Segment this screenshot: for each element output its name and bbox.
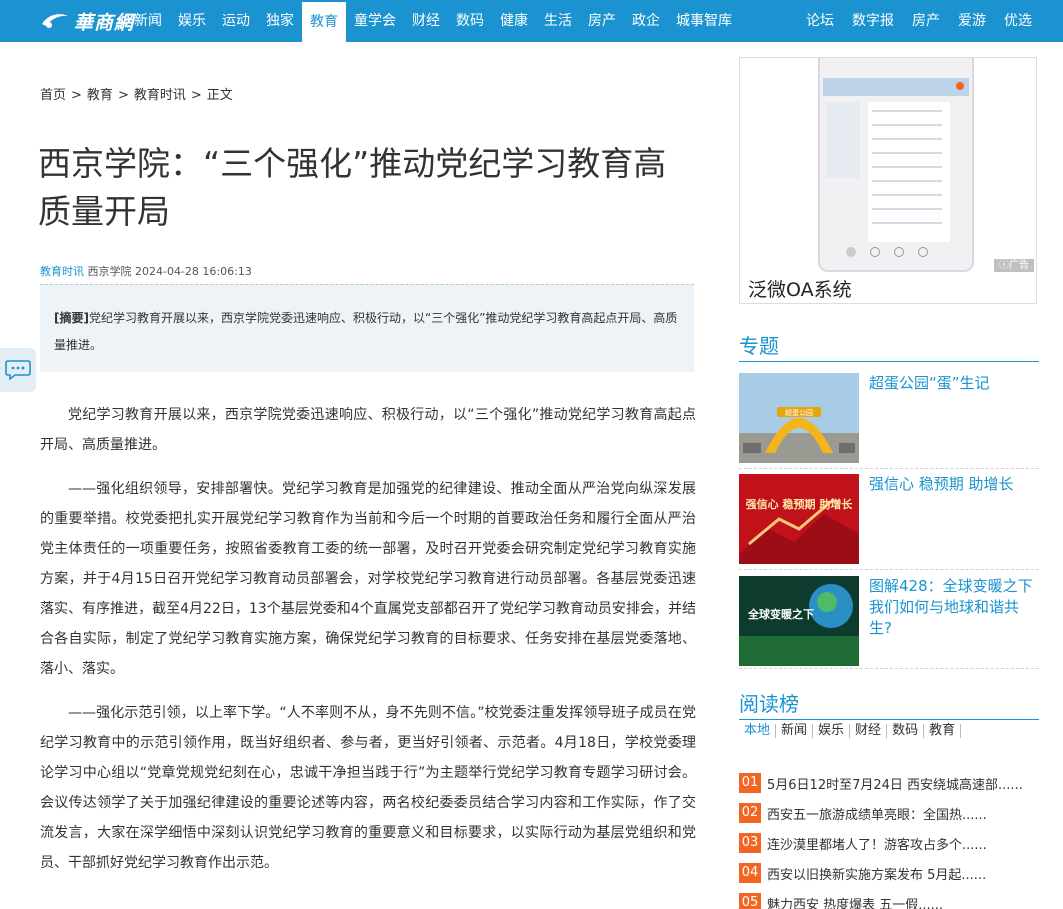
topic-image-caption: 超蛋公园 [785,408,813,417]
nav-item-0[interactable]: 新闻 [126,0,170,42]
rank-tab-3[interactable]: 财经 [850,724,888,738]
rank-number-badge: 03 [739,833,761,853]
main-nav: 新闻 娱乐 运动 独家 教育 童学会 财经 数码 健康 生活 房产 政企 城事智库 [126,0,740,42]
rank-tab-2[interactable]: 娱乐 [813,724,851,738]
nav-item-1[interactable]: 娱乐 [170,0,214,42]
article-abstract: [摘要]党纪学习教育开展以来，西京学院党委迅速响应、积极行动，以“三个强化”推动… [40,284,694,372]
nav-item-6[interactable]: 财经 [404,0,448,42]
nav-item-12[interactable]: 城事智库 [668,0,740,42]
rank-tab-1[interactable]: 新闻 [776,724,814,738]
article-paragraph: ——强化示范引领，以上率下学。“人不率则不从，身不先则不信。”校党委注重发挥领导… [40,705,696,871]
divider [739,668,1039,669]
article-paragraph: 党纪学习教育开展以来，西京学院党委迅速响应、积极行动，以“三个强化”推动党纪学习… [40,407,696,453]
breadcrumb-edu-news[interactable]: 教育时讯 [134,88,186,103]
ad-label-text: 广告 [1009,260,1029,271]
nav-item-7[interactable]: 数码 [448,0,492,42]
rank-heading: 阅读榜 [739,691,1039,720]
breadcrumb-separator: > [117,88,129,103]
nav-item-9[interactable]: 生活 [536,0,580,42]
divider [739,468,1039,469]
rank-list-item[interactable]: 05 魅力西安 热度爆表 五一假...... [739,888,1039,909]
rank-list-item[interactable]: 04 西安以旧换新实施方案发布 5月起...... [739,858,1039,888]
rank-list-item[interactable]: 02 西安五一旅游成绩单亮眼：全国热...... [739,798,1039,828]
rank-item-title[interactable]: 5月6日12时至7月24日 西安绕城高速部...... [767,774,1023,793]
rank-item-title[interactable]: 魅力西安 热度爆表 五一假...... [767,894,943,909]
rank-tab-5[interactable]: 教育 [924,724,962,738]
rank-list: 01 5月6日12时至7月24日 西安绕城高速部...... 02 西安五一旅游成绩单… [739,768,1039,909]
article-datetime: 2024-04-28 16:06:13 [135,265,252,278]
nav-item-8[interactable]: 健康 [492,0,536,42]
breadcrumb-separator: > [71,88,82,103]
topic-title[interactable]: 强信心 稳预期 助增长 [869,474,1039,495]
ad-info-icon: ⓘ [999,260,1009,271]
site-logo[interactable]: 華商網 [40,7,134,35]
nav-item-3[interactable]: 独家 [258,0,302,42]
carousel-dot[interactable] [846,247,856,257]
nav-right-item-4[interactable]: 优选 [995,0,1041,42]
ad-banner[interactable]: ⓘ广告 泛微OA系统 [739,57,1037,304]
nav-right-item-1[interactable]: 数字报 [843,0,903,42]
rank-number-badge: 05 [739,893,761,909]
nav-item-11[interactable]: 政企 [624,0,668,42]
rank-tabs: 本地 新闻 娱乐 财经 数码 教育 [739,724,962,738]
topic-image-caption: 强信心 稳预期 助增长 [746,497,854,511]
feedback-chat-button[interactable] [0,348,36,392]
rank-tab-0[interactable]: 本地 [739,724,777,738]
logo-swoosh-icon [42,14,68,28]
topic-title[interactable]: 图解428：全球变暖之下 我们如何与地球和谐共生? [869,576,1039,639]
article-source: 西京学院 [87,265,132,278]
rank-item-title[interactable]: 西安五一旅游成绩单亮眼：全国热...... [767,804,987,823]
nav-right-item-3[interactable]: 爱游 [949,0,995,42]
article-meta: 教育时讯 西京学院 2024-04-28 16:06:13 [40,263,252,279]
breadcrumb: 首页 > 教育 > 教育时讯 > 正文 [40,84,233,103]
nav-item-4[interactable]: 教育 [302,2,346,42]
breadcrumb-home[interactable]: 首页 [40,88,66,103]
article-category-link[interactable]: 教育时讯 [40,265,84,278]
chat-bubble-icon [5,360,31,381]
logo-text: 華商網 [74,11,135,34]
abstract-text: 党纪学习教育开展以来，西京学院党委迅速响应、积极行动，以“三个强化”推动党纪学习… [54,311,678,352]
ad-title[interactable]: 泛微OA系统 [748,275,852,302]
nav-right-item-0[interactable]: 论坛 [797,0,843,42]
breadcrumb-education[interactable]: 教育 [87,88,113,103]
carousel-dot[interactable] [918,247,928,257]
rank-number-badge: 04 [739,863,761,883]
topic-image-earth[interactable]: 全球变暖之下 [739,576,859,666]
rank-list-item[interactable]: 03 连沙漠里都堵人了！游客攻占多个...... [739,828,1039,858]
topic-image-park[interactable]: 超蛋公园 [739,373,859,463]
divider [739,569,1039,570]
carousel-dot[interactable] [870,247,880,257]
breadcrumb-separator: > [190,88,202,103]
topic-title[interactable]: 超蛋公园“蛋”生记 [869,373,1039,394]
rank-tab-4[interactable]: 数码 [887,724,925,738]
topic-item[interactable]: 全球变暖之下 图解428：全球变暖之下 我们如何与地球和谐共生? [739,576,1039,668]
top-nav-bar: 華商網 新闻 娱乐 运动 独家 教育 童学会 财经 数码 健康 生活 房产 政企 城事智库 论坛 数字报房… [0,0,1063,42]
abstract-label: [摘要] [54,311,89,325]
topic-item[interactable]: 强信心 稳预期 助增长 强信心 稳预期 助增长 [739,474,1039,566]
carousel-dot[interactable] [894,247,904,257]
topics-heading: 专题 [739,333,1039,362]
nav-item-2[interactable]: 运动 [214,0,258,42]
rank-list-item[interactable]: 01 5月6日12时至7月24日 西安绕城高速部...... [739,768,1039,798]
rank-number-badge: 02 [739,803,761,823]
nav-right-item-2[interactable]: 房产 [903,0,949,42]
article-body: 党纪学习教育开展以来，西京学院党委迅速响应、积极行动，以“三个强化”推动党纪学习… [40,400,696,892]
rank-number-badge: 01 [739,773,761,793]
breadcrumb-current: 正文 [206,88,233,103]
ad-tablet-image [818,58,974,272]
article-paragraph: ——强化组织领导，安排部署快。党纪学习教育是加强党的纪律建设、推动全面从严治党向… [40,481,696,677]
nav-item-10[interactable]: 房产 [580,0,624,42]
topic-item[interactable]: 超蛋公园 超蛋公园“蛋”生记 [739,373,1039,465]
rank-item-title[interactable]: 西安以旧换新实施方案发布 5月起...... [767,864,986,883]
nav-item-5[interactable]: 童学会 [346,0,404,42]
topic-image-caption: 全球变暖之下 [747,607,814,621]
ad-label[interactable]: ⓘ广告 [994,259,1034,272]
article-title: 西京学院：“三个强化”推动党纪学习教育高质量开局 [38,144,667,231]
rank-item-title[interactable]: 连沙漠里都堵人了！游客攻占多个...... [767,834,987,853]
topic-image-confidence[interactable]: 强信心 稳预期 助增长 [739,474,859,564]
secondary-nav: 论坛 数字报 房产 爱游 优选 [797,0,1041,42]
ad-carousel-dots [846,247,928,257]
